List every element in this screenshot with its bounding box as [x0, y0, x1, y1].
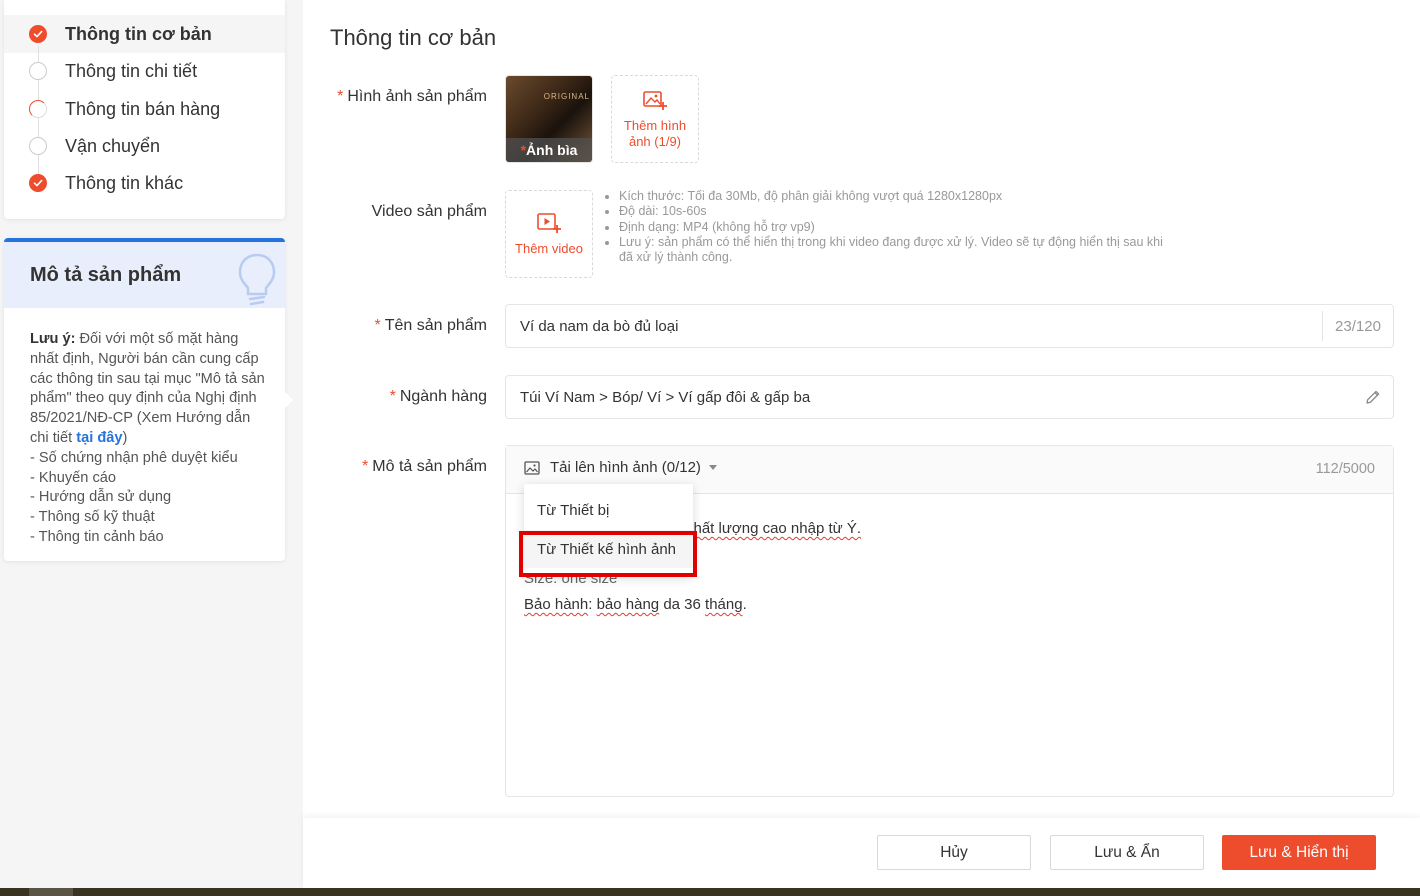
tips-guide-link[interactable]: tại đây	[76, 430, 122, 446]
video-hint: Định dạng: MP4 (không hỗ trợ vp9)	[619, 220, 1165, 235]
add-video-label: Thêm video	[515, 240, 583, 256]
nav-item-label: Thông tin bán hàng	[65, 98, 221, 119]
tips-bullet: - Số chứng nhận phê duyệt kiểu	[30, 449, 238, 466]
menu-item-from-device[interactable]: Từ Thiết bị	[524, 491, 693, 529]
status-empty-icon	[29, 137, 47, 155]
section-title: Thông tin cơ bản	[330, 25, 497, 50]
chevron-down-icon	[708, 465, 717, 470]
cover-image-thumbnail[interactable]: ORIGINAL *Ảnh bìa	[505, 75, 593, 163]
tips-title: Mô tả sản phẩm	[30, 264, 182, 286]
category-selector[interactable]: Túi Ví Nam > Bóp/ Ví > Ví gấp đôi & gấp …	[505, 375, 1394, 419]
video-hint: Kích thước: Tối đa 30Mb, độ phân giải kh…	[619, 189, 1165, 204]
upload-image-label: Tải lên hình ảnh (0/12)	[550, 459, 701, 476]
category-value: Túi Ví Nam > Bóp/ Ví > Ví gấp đôi & gấp …	[520, 388, 811, 406]
nav-item-basic-info[interactable]: Thông tin cơ bản	[29, 23, 212, 45]
product-name-value: Ví da nam da bò đủ loại	[520, 317, 679, 335]
cancel-button[interactable]: Hủy	[877, 835, 1031, 870]
save-hide-button[interactable]: Lưu & Ẩn	[1050, 835, 1204, 870]
cover-photo-tag: ORIGINAL	[543, 92, 590, 101]
lightbulb-icon	[237, 252, 277, 313]
product-name-label: * Tên sản phẩm	[374, 317, 487, 334]
nav-item-other-info[interactable]: Thông tin khác	[29, 172, 183, 194]
nav-item-label: Vận chuyển	[65, 135, 161, 156]
description-line: Bảo hành: bảo hàng da 36 tháng.	[524, 596, 747, 613]
product-name-input[interactable]: Ví da nam da bò đủ loại 23/120	[505, 304, 1394, 348]
nav-item-shipping[interactable]: Vận chuyển	[29, 135, 160, 157]
check-icon	[29, 25, 47, 43]
upload-image-dropdown[interactable]: Tải lên hình ảnh (0/12)	[524, 459, 717, 476]
video-requirements-list: Kích thước: Tối đa 30Mb, độ phân giải kh…	[605, 189, 1165, 265]
status-partial-icon	[29, 100, 47, 118]
nav-item-sales-info[interactable]: Thông tin bán hàng	[29, 98, 220, 120]
video-hint: Lưu ý: sản phẩm có thể hiển thị trong kh…	[619, 235, 1165, 266]
taskbar-tab	[29, 888, 73, 896]
product-photo: ORIGINAL *Ảnh bìa	[506, 76, 592, 162]
nav-item-label: Thông tin chi tiết	[65, 60, 198, 81]
required-asterisk: *	[389, 388, 396, 405]
description-label: * Mô tả sản phẩm	[362, 458, 487, 475]
tips-note-text: Đối với một số mặt hàng nhất định, Người…	[30, 331, 265, 446]
save-show-button[interactable]: Lưu & Hiển thị	[1222, 835, 1376, 870]
tips-body: Lưu ý: Đối với một số mặt hàng nhất định…	[30, 330, 270, 548]
add-image-icon	[643, 89, 667, 115]
tips-bullet: - Hướng dẫn sử dụng	[30, 489, 172, 506]
video-label: Video sản phẩm	[371, 203, 487, 220]
image-icon	[524, 460, 540, 475]
tips-pointer-arrow	[285, 392, 293, 408]
tips-note-label: Lưu ý:	[30, 331, 76, 347]
required-asterisk: *	[337, 88, 344, 105]
required-asterisk: *	[374, 317, 381, 334]
taskbar-strip	[0, 888, 1420, 896]
tips-bullet: - Thông tin cảnh báo	[30, 528, 164, 545]
tips-bullet: - Khuyến cáo	[30, 469, 116, 486]
tips-bullet: - Thông số kỹ thuật	[30, 509, 155, 526]
bottom-action-bar: Hủy Lưu & Ẩn Lưu & Hiển thị	[303, 818, 1420, 888]
video-hint: Độ dài: 10s-60s	[619, 204, 1165, 219]
required-asterisk: *	[362, 458, 369, 475]
add-video-button[interactable]: Thêm video	[505, 190, 593, 278]
nav-item-detail-info[interactable]: Thông tin chi tiết	[29, 60, 197, 82]
main-form-panel: Thông tin cơ bản * Hình ảnh sản phẩm ORIG…	[303, 0, 1420, 818]
status-empty-icon	[29, 62, 47, 80]
nav-item-label: Thông tin cơ bản	[65, 23, 212, 44]
images-label: * Hình ảnh sản phẩm	[337, 88, 487, 105]
product-name-counter: 23/120	[1322, 311, 1393, 341]
pencil-icon[interactable]	[1353, 389, 1393, 405]
add-image-label: Thêm hình ảnh (1/9)	[623, 117, 687, 149]
category-label: * Ngành hàng	[389, 388, 487, 405]
add-video-icon	[537, 212, 561, 238]
description-tips-card: Mô tả sản phẩm Lưu ý: Đối với một số mặt…	[4, 238, 293, 561]
cover-caption: *Ảnh bìa	[506, 138, 592, 162]
upload-source-menu: Từ Thiết bị Từ Thiết kế hình ảnh	[524, 484, 693, 576]
menu-item-from-image-design[interactable]: Từ Thiết kế hình ảnh	[524, 530, 693, 568]
check-icon	[29, 174, 47, 192]
nav-item-label: Thông tin khác	[65, 172, 184, 193]
add-image-button[interactable]: Thêm hình ảnh (1/9)	[611, 75, 699, 163]
tips-note-close: )	[122, 429, 128, 446]
description-counter: 112/5000	[1315, 461, 1375, 477]
